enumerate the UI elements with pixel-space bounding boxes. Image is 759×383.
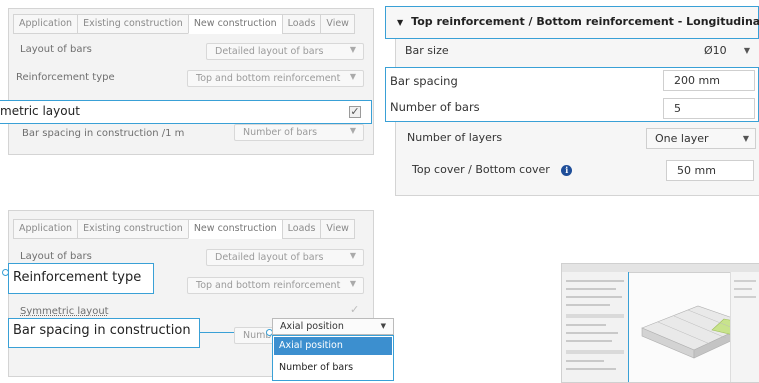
bar-size-label: Bar size <box>405 44 449 57</box>
cover-label-row: Top cover / Bottom cover i <box>412 163 573 176</box>
number-of-layers-dropdown[interactable]: One layer ▼ <box>646 128 756 149</box>
chevron-down-icon: ▼ <box>349 45 356 54</box>
symmetric-layout-label: metric layout <box>0 104 80 118</box>
section-header-title: Top reinforcement / Bottom reinforcement… <box>411 15 759 28</box>
option-label: Number of bars <box>279 362 354 373</box>
bar-spacing-label: Bar spacing <box>390 74 458 88</box>
chevron-down-icon: ▼ <box>349 72 356 81</box>
tab-new-construction[interactable]: New construction <box>187 219 283 239</box>
option-label: Axial position <box>279 340 343 351</box>
bar-spacing-label: Bar spacing in construction /1 m <box>22 128 185 139</box>
dropdown-option-number-of-bars[interactable]: Number of bars <box>274 357 392 377</box>
chevron-down-icon: ▼ <box>349 279 356 288</box>
bar-spacing-label: Bar spacing in construction <box>13 323 191 338</box>
dropdown-selected-value: Axial position <box>280 321 344 332</box>
number-of-bars-label: Number of bars <box>390 100 480 114</box>
dropdown-value: Top and bottom reinforcement <box>196 280 341 291</box>
checkmark-icon[interactable]: ✓ <box>350 303 359 316</box>
tab-bar-top: Application Existing construction New co… <box>13 14 355 34</box>
symmetric-layout-checkbox[interactable]: ✓ <box>349 106 361 118</box>
tab-view[interactable]: View <box>320 14 355 34</box>
tab-application[interactable]: Application <box>13 14 79 34</box>
tab-loads[interactable]: Loads <box>281 219 322 239</box>
number-of-bars-value: 5 <box>674 102 681 115</box>
cover-input[interactable]: 50 mm <box>666 160 754 181</box>
bar-size-value: Ø10 <box>704 44 727 57</box>
layout-of-bars-dropdown[interactable]: Detailed layout of bars ▼ <box>206 249 364 266</box>
tab-view[interactable]: View <box>320 219 355 239</box>
thumbnail-right-panel <box>730 272 759 382</box>
chevron-down-icon: ▼ <box>743 46 750 55</box>
reinforcement-type-label: Reinforcement type <box>16 72 115 83</box>
layout-of-bars-label: Layout of bars <box>20 251 92 262</box>
bar-spacing-input[interactable]: 200 mm <box>663 70 755 91</box>
dropdown-value: Top and bottom reinforcement <box>196 73 341 84</box>
layout-of-bars-label: Layout of bars <box>20 44 92 55</box>
bar-spacing-dropdown[interactable]: Number of bars ▼ <box>234 124 364 141</box>
dropdown-value: Detailed layout of bars <box>215 46 324 57</box>
tab-bar-bottom: Application Existing construction New co… <box>13 219 355 239</box>
cover-value: 50 mm <box>677 164 716 177</box>
chevron-down-icon: ▼ <box>349 126 356 135</box>
collapse-triangle-icon: ▼ <box>397 18 404 27</box>
number-of-layers-value: One layer <box>655 132 709 145</box>
tab-loads[interactable]: Loads <box>281 14 322 34</box>
chevron-down-icon: ▼ <box>380 322 386 330</box>
dropdown-option-axial-position[interactable]: Axial position <box>274 337 392 355</box>
tab-application[interactable]: Application <box>13 219 79 239</box>
section-header[interactable]: ▼ Top reinforcement / Bottom reinforcemen… <box>397 15 759 28</box>
dropdown-value: Detailed layout of bars <box>215 252 324 263</box>
symmetric-layout-label: Symmetric layout <box>20 306 109 317</box>
dropdown-value: Number of bars <box>243 127 318 138</box>
bar-size-dropdown[interactable]: Ø10 ▼ <box>664 41 756 62</box>
number-of-bars-input[interactable]: 5 <box>663 98 755 119</box>
thumbnail-sidebar <box>562 272 629 382</box>
info-icon[interactable]: i <box>561 164 573 176</box>
tab-new-construction[interactable]: New construction <box>187 14 283 34</box>
reinforcement-type-label: Reinforcement type <box>13 270 142 285</box>
reinforcement-type-dropdown[interactable]: Top and bottom reinforcement ▼ <box>187 70 364 87</box>
number-of-layers-label: Number of layers <box>407 131 503 144</box>
tab-existing-construction[interactable]: Existing construction <box>77 219 189 239</box>
tab-existing-construction[interactable]: Existing construction <box>77 14 189 34</box>
cover-label: Top cover / Bottom cover <box>412 163 550 176</box>
reinforcement-type-dropdown[interactable]: Top and bottom reinforcement ▼ <box>187 277 364 294</box>
chevron-down-icon: ▼ <box>349 251 356 260</box>
bar-spacing-value: 200 mm <box>674 74 720 87</box>
application-thumbnail[interactable] <box>561 263 759 383</box>
axial-position-dropdown[interactable]: Axial position ▼ <box>272 318 394 335</box>
chevron-down-icon: ▼ <box>742 134 749 143</box>
layout-of-bars-dropdown[interactable]: Detailed layout of bars ▼ <box>206 43 364 60</box>
